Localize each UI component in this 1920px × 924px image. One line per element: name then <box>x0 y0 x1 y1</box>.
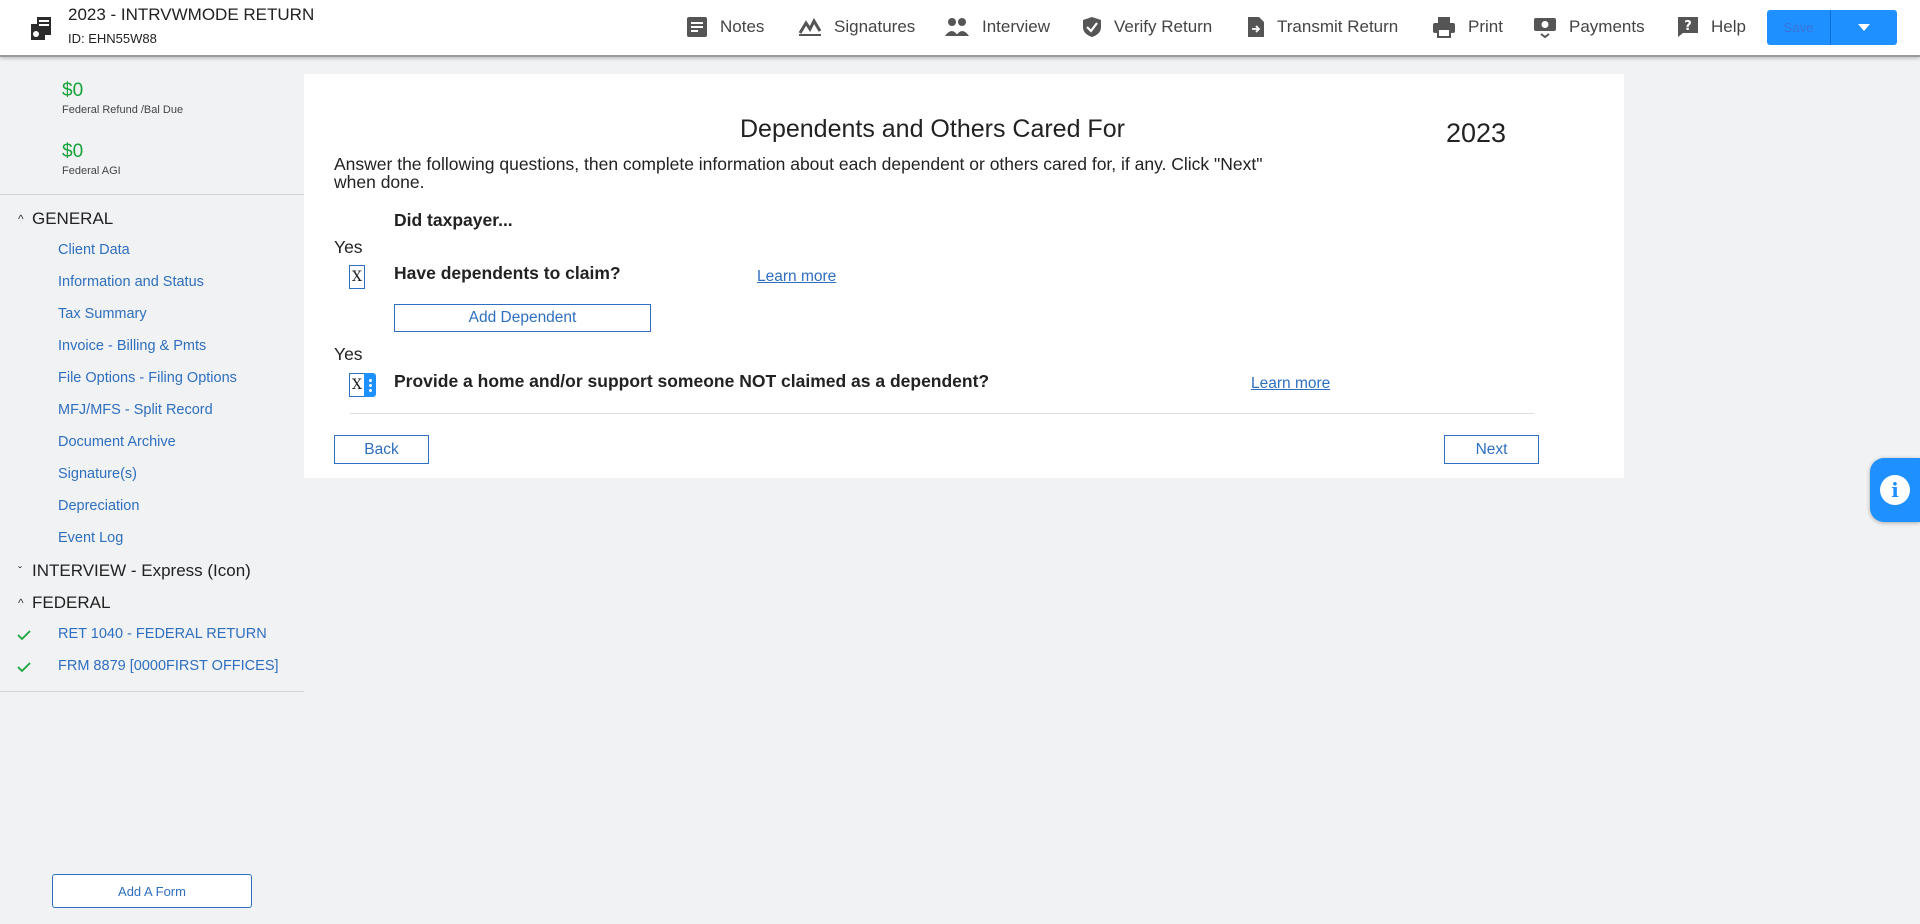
yes-column-label: Yes <box>334 237 363 257</box>
notes-icon <box>687 17 707 37</box>
sidebar-item-ret-1040[interactable]: RET 1040 - FEDERAL RETURN <box>58 626 267 642</box>
section-general-label: GENERAL <box>32 209 114 228</box>
payments-icon <box>1534 18 1556 38</box>
sidebar-item-signatures[interactable]: Signature(s) <box>58 466 137 482</box>
chevron-up-icon: ^ <box>18 596 24 610</box>
nav-print[interactable]: Print <box>1432 13 1503 41</box>
page-title: Dependents and Others Cared For <box>740 115 1125 143</box>
learn-more-link[interactable]: Learn more <box>1251 375 1330 393</box>
back-button[interactable]: Back <box>334 435 429 464</box>
chevron-up-icon: ^ <box>18 212 24 226</box>
sidebar-item-split-record[interactable]: MFJ/MFS - Split Record <box>58 402 213 418</box>
nav-transmit-return[interactable]: Transmit Return <box>1247 13 1398 41</box>
top-header: 2023 - INTRVWMODE RETURN ID: EHN55W88 No… <box>0 0 1920 57</box>
section-federal-toggle[interactable]: ^ FEDERAL <box>18 592 110 614</box>
nav-verify-return-label: Verify Return <box>1114 17 1213 36</box>
question-support-others: Provide a home and/or support someone NO… <box>394 371 990 391</box>
section-general-toggle[interactable]: ^ GENERAL <box>18 208 113 230</box>
federal-agi-caption: Federal AGI <box>62 165 121 177</box>
add-form-button[interactable]: Add A Form <box>52 874 252 908</box>
nav-payments-label: Payments <box>1569 17 1645 36</box>
printer-icon <box>1433 17 1455 38</box>
save-split-button: Save <box>1767 10 1897 45</box>
sidebar-item-client-data[interactable]: Client Data <box>58 242 130 258</box>
signature-icon <box>798 17 822 36</box>
dependents-yes-checkbox[interactable]: X <box>349 265 365 289</box>
interview-icon <box>945 18 969 36</box>
support-others-yes-checkbox[interactable]: X <box>349 373 365 397</box>
next-button[interactable]: Next <box>1444 435 1539 464</box>
nav-print-label: Print <box>1468 17 1503 36</box>
instructions: Answer the following questions, then com… <box>334 154 1263 192</box>
tax-year: 2023 <box>1446 118 1507 148</box>
sidebar-item-information-status[interactable]: Information and Status <box>58 274 204 290</box>
save-options-dropdown[interactable] <box>1831 10 1897 45</box>
nav-signatures[interactable]: Signatures <box>798 13 915 41</box>
section-interview-label: INTERVIEW - Express (Icon) <box>32 561 251 580</box>
nav-notes-label: Notes <box>720 17 765 36</box>
nav-payments[interactable]: Payments <box>1533 13 1645 41</box>
federal-agi-amount: $0 <box>62 141 84 162</box>
sidebar-item-file-options[interactable]: File Options - Filing Options <box>58 370 237 386</box>
sidebar-divider <box>0 194 304 195</box>
help-icon: ? <box>1678 17 1698 37</box>
sidebar-divider <box>0 691 304 692</box>
caret-down-icon <box>1858 24 1870 31</box>
sidebar-item-event-log[interactable]: Event Log <box>58 530 123 546</box>
app-logo-icon <box>31 17 51 40</box>
sidebar-item-document-archive[interactable]: Document Archive <box>58 434 176 450</box>
learn-more-link[interactable]: Learn more <box>757 268 836 286</box>
sidebar-item-invoice[interactable]: Invoice - Billing & Pmts <box>58 338 206 354</box>
info-panel-toggle[interactable]: i <box>1870 458 1920 522</box>
section-interview-toggle[interactable]: ˇ INTERVIEW - Express (Icon) <box>18 560 251 582</box>
transmit-icon <box>1248 17 1264 37</box>
nav-notes[interactable]: Notes <box>686 13 764 41</box>
kebab-dot <box>368 388 372 392</box>
federal-refund-amount: $0 <box>62 80 84 101</box>
nav-interview[interactable]: Interview <box>944 13 1050 41</box>
check-icon <box>17 630 31 641</box>
form-divider <box>350 413 1534 414</box>
field-options-menu[interactable] <box>364 373 376 397</box>
check-icon <box>17 662 31 673</box>
nav-help[interactable]: ? Help <box>1677 13 1746 41</box>
yes-column-label: Yes <box>334 344 363 364</box>
return-id: ID: EHN55W88 <box>68 31 157 46</box>
shield-check-icon <box>1083 17 1101 37</box>
kebab-dot <box>368 383 372 387</box>
add-dependent-button[interactable]: Add Dependent <box>394 304 651 332</box>
federal-refund-caption: Federal Refund /Bal Due <box>62 104 184 116</box>
svg-text:?: ? <box>1684 19 1692 34</box>
sidebar-item-frm-8879[interactable]: FRM 8879 [0000FIRST OFFICES] <box>58 658 279 674</box>
nav-interview-label: Interview <box>982 17 1051 36</box>
return-title: 2023 - INTRVWMODE RETURN <box>68 5 315 24</box>
info-icon: i <box>1880 475 1910 505</box>
sidebar-item-tax-summary[interactable]: Tax Summary <box>58 306 147 322</box>
question-intro: Did taxpayer... <box>394 210 513 230</box>
question-dependents: Have dependents to claim? <box>394 263 621 283</box>
nav-help-label: Help <box>1711 17 1746 36</box>
chevron-down-icon: ˇ <box>18 564 22 578</box>
nav-signatures-label: Signatures <box>834 17 916 36</box>
kebab-dot <box>368 378 372 382</box>
save-button[interactable]: Save <box>1767 10 1831 45</box>
nav-transmit-return-label: Transmit Return <box>1277 17 1399 36</box>
sidebar-item-depreciation[interactable]: Depreciation <box>58 498 139 514</box>
section-federal-label: FEDERAL <box>32 593 111 612</box>
nav-verify-return[interactable]: Verify Return <box>1082 13 1212 41</box>
